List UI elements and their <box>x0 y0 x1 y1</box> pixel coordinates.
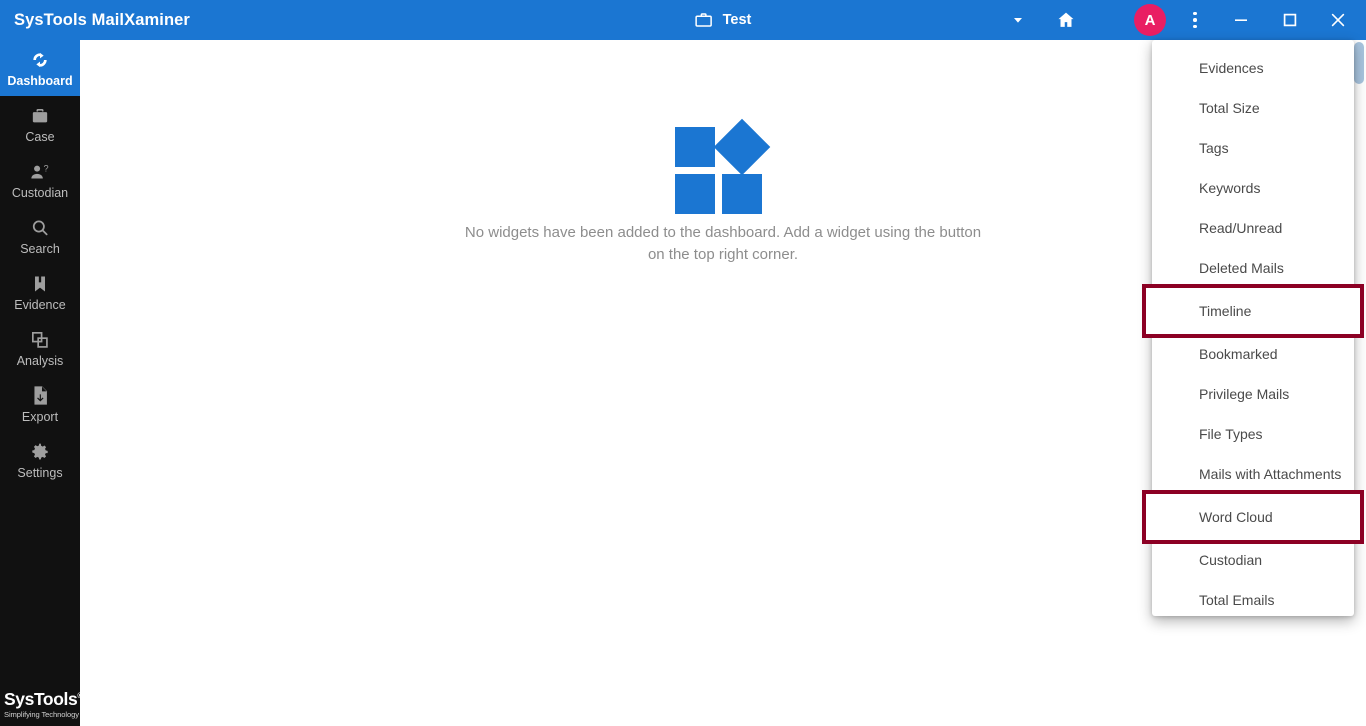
sidebar-item-label: Analysis <box>16 353 64 368</box>
menu-item-mails-with-attachments[interactable]: Mails with Attachments <box>1152 454 1354 494</box>
layers-icon <box>30 329 50 351</box>
maximize-icon[interactable] <box>1273 0 1307 40</box>
sidebar-item-case[interactable]: Case <box>0 96 80 152</box>
avatar-initial: A <box>1134 4 1166 36</box>
add-widget-menu: Evidences Total Size Tags Keywords Read/… <box>1142 40 1364 616</box>
brand-tagline: Simplifying Technology <box>4 710 79 719</box>
widget-placeholder-icon <box>675 110 771 214</box>
sidebar-item-settings[interactable]: Settings <box>0 432 80 488</box>
menu-item-bookmarked[interactable]: Bookmarked <box>1152 334 1354 374</box>
menu-item-custodian[interactable]: Custodian <box>1152 540 1354 580</box>
sidebar-item-analysis[interactable]: Analysis <box>0 320 80 376</box>
dashboard-icon <box>30 49 50 71</box>
sidebar-item-export[interactable]: Export <box>0 376 80 432</box>
sidebar-item-label: Case <box>25 129 55 144</box>
vertical-scrollbar[interactable] <box>1352 40 1366 726</box>
case-selector[interactable]: Test <box>695 11 752 29</box>
bookmark-icon <box>31 273 49 295</box>
brand-name: SysTools® <box>4 689 83 709</box>
sidebar-item-label: Dashboard <box>7 73 73 88</box>
sidebar-item-custodian[interactable]: ? Custodian <box>0 152 80 208</box>
registered-mark: ® <box>77 693 83 701</box>
menu-item-file-types[interactable]: File Types <box>1152 414 1354 454</box>
briefcase-icon <box>695 11 713 29</box>
close-icon[interactable] <box>1321 0 1355 40</box>
gear-icon <box>30 441 50 463</box>
menu-item-read-unread[interactable]: Read/Unread <box>1152 208 1354 248</box>
scrollbar-thumb[interactable] <box>1354 42 1364 84</box>
sidebar: Dashboard Case ? Custodian Search Eviden… <box>0 40 83 726</box>
app-title: SysTools MailXaminer <box>14 10 190 29</box>
more-vertical-icon[interactable] <box>1181 0 1209 40</box>
sidebar-item-label: Export <box>21 409 59 424</box>
menu-item-word-cloud[interactable]: Word Cloud <box>1142 490 1364 544</box>
menu-item-privilege-mails[interactable]: Privilege Mails <box>1152 374 1354 414</box>
avatar[interactable]: A <box>1131 0 1169 40</box>
sidebar-item-evidence[interactable]: Evidence <box>0 264 80 320</box>
svg-text:?: ? <box>44 163 49 173</box>
home-icon[interactable] <box>1050 0 1082 40</box>
brand-logo: SysTools® Simplifying Technology <box>0 687 83 720</box>
sidebar-item-dashboard[interactable]: Dashboard <box>0 40 80 96</box>
menu-item-tags[interactable]: Tags <box>1152 128 1354 168</box>
sidebar-item-label: Evidence <box>14 297 66 312</box>
empty-state-message: No widgets have been added to the dashbo… <box>464 224 982 263</box>
file-export-icon <box>32 385 49 407</box>
menu-item-evidences[interactable]: Evidences <box>1152 48 1354 88</box>
menu-item-total-size[interactable]: Total Size <box>1152 88 1354 128</box>
menu-item-keywords[interactable]: Keywords <box>1152 168 1354 208</box>
sidebar-nav-list: Dashboard Case ? Custodian Search Eviden… <box>0 40 80 488</box>
search-icon <box>30 217 50 239</box>
application-window: SysTools MailXaminer Test A Dashboard Ca… <box>0 0 1366 726</box>
menu-item-deleted-mails[interactable]: Deleted Mails <box>1152 248 1354 288</box>
case-name-label: Test <box>722 12 752 28</box>
sidebar-item-label: Settings <box>17 465 63 480</box>
minimize-icon[interactable] <box>1224 0 1258 40</box>
menu-item-total-emails[interactable]: Total Emails <box>1152 580 1354 620</box>
sidebar-item-label: Custodian <box>11 185 69 200</box>
sidebar-item-label: Search <box>20 241 60 256</box>
kebab-dots <box>1193 11 1197 30</box>
person-question-icon: ? <box>29 161 51 183</box>
briefcase-icon <box>30 105 50 127</box>
menu-item-timeline[interactable]: Timeline <box>1142 284 1364 338</box>
chevron-down-icon[interactable] <box>1004 0 1032 40</box>
sidebar-item-search[interactable]: Search <box>0 208 80 264</box>
title-bar: SysTools MailXaminer Test A <box>0 0 1366 40</box>
